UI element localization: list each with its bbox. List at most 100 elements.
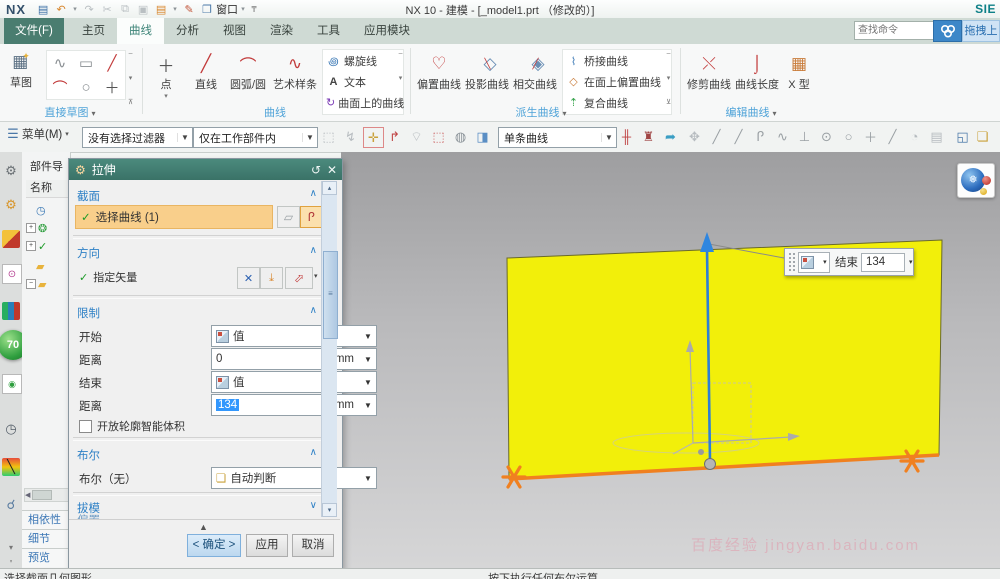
boolean-combo[interactable]: ❏ 自动判断 ▼ — [211, 467, 377, 489]
direction-header[interactable]: 方向∧ — [77, 245, 317, 261]
cameras-node[interactable]: +✓ — [26, 238, 47, 254]
vector-arrowhead[interactable] — [700, 232, 714, 252]
tab-home[interactable]: 主页 — [70, 18, 117, 44]
navigator-hscrollbar[interactable]: ◀ — [24, 488, 70, 502]
snap-spline-icon[interactable]: ∿ — [773, 127, 792, 146]
selection-filter-combo[interactable]: 没有选择过滤器▼ — [82, 127, 193, 148]
hscroll-thumb[interactable] — [32, 490, 52, 500]
screen-assistant-overlay[interactable]: ❅ — [957, 163, 995, 198]
section-face-button[interactable]: ▱ — [277, 206, 300, 228]
start-limit-combo[interactable]: 值 ▼ — [211, 325, 377, 347]
curve-rule-combo[interactable]: 单条曲线▼ — [498, 127, 617, 148]
helix-item[interactable]: ꩜螺旋线 — [326, 53, 400, 70]
snap-arc-center-icon[interactable]: ⊙ — [817, 127, 836, 146]
end-distance-field[interactable]: 134 mm ▼ — [211, 394, 377, 416]
limit-option-combo[interactable]: ▾ — [798, 252, 830, 273]
web-browser-icon[interactable]: ◉ — [2, 374, 22, 394]
dialog-close-icon[interactable]: ✕ — [324, 163, 340, 177]
details-tab[interactable]: 细节 — [22, 529, 71, 548]
history-icon[interactable]: ◷ — [2, 420, 20, 438]
offset-curve-in-face-item[interactable]: ◇在面上偏置曲线 — [566, 73, 668, 90]
start-distance-field[interactable]: 0 mm ▼ — [211, 348, 377, 370]
snap-point-on-curve-icon[interactable]: ╱ — [883, 127, 902, 146]
history-mode-node[interactable]: ◷ — [36, 202, 46, 218]
cube-view-icon[interactable]: ◨ — [473, 127, 492, 146]
model-views-node[interactable]: +❂ — [26, 220, 47, 236]
sphere-select-icon[interactable]: ◍ — [451, 127, 470, 146]
vector-origin-ball[interactable] — [705, 459, 716, 470]
vector-type-button[interactable]: ⬀ — [285, 267, 313, 289]
roles-gear-icon[interactable]: ⚙ — [2, 162, 20, 180]
curve-length-button[interactable]: ⌡ 曲线长度 — [734, 52, 780, 92]
point-dropdown-icon[interactable]: ▾ — [164, 92, 168, 100]
onscreen-input-bar[interactable]: ▾ 结束 134 ▾ — [784, 248, 914, 276]
trim-curve-button[interactable]: ⤬ 修剪曲线 — [686, 52, 732, 92]
group-dropdown-icon[interactable]: ▾ — [773, 109, 777, 118]
graphics-viewport[interactable]: ▾ 结束 134 ▾ ❅ 百度经验 jingyan.baidu.com — [341, 152, 1000, 568]
project-curve-button[interactable]: ◇╲ 投影曲线 — [464, 52, 510, 92]
command-finder-button[interactable] — [933, 20, 962, 42]
sketch-section-button[interactable]: Ꮅ — [300, 206, 323, 228]
select-curve-row[interactable]: ✓ 选择曲线 (1) — [75, 205, 273, 229]
text-item[interactable]: A文本 — [326, 73, 400, 90]
apply-button[interactable]: 应用 — [246, 534, 288, 557]
rectangle-select-icon[interactable]: ⬚ — [429, 127, 448, 146]
group-dropdown-icon[interactable]: ▾ — [92, 109, 96, 118]
dialog-title-bar[interactable]: ⚙ 拉伸 ↺ ✕ — [69, 159, 342, 180]
drag-handle[interactable] — [788, 252, 795, 272]
preview-tab[interactable]: 预览 — [22, 548, 71, 567]
line-icon[interactable]: ╱ — [99, 51, 125, 75]
x-form-button[interactable]: ▦ X 型 — [782, 52, 816, 92]
command-search-input[interactable] — [854, 21, 934, 40]
end-limit-combo[interactable]: 值 ▼ — [211, 371, 377, 393]
expand-icon[interactable]: + — [26, 223, 36, 233]
tab-analysis[interactable]: 分析 — [164, 18, 211, 44]
touch-mode-icon[interactable]: ☌ — [2, 496, 20, 514]
intersect-curve-button[interactable]: ◈╱ 相交曲线 — [512, 52, 558, 92]
ok-button[interactable]: < 确定 > — [187, 534, 241, 557]
boolean-header[interactable]: 布尔∧ — [77, 447, 317, 463]
end-distance-input[interactable]: 134 — [861, 253, 905, 272]
studio-spline-icon[interactable]: ∿ — [47, 51, 73, 75]
vector-type-dropdown-icon[interactable]: ▾ — [314, 272, 318, 280]
window-dialog-icon[interactable]: ❏ — [973, 127, 992, 146]
point-plus-icon[interactable]: ＋ — [99, 75, 125, 99]
collapse-dialog-icon[interactable]: ▲ — [199, 522, 208, 532]
dependencies-tab[interactable]: 相依性 — [22, 510, 71, 529]
circle-icon[interactable]: ○ — [73, 75, 99, 99]
part-navigator-icon[interactable]: ⊙ — [2, 264, 22, 284]
menu-button[interactable]: ☰ 菜单(M)▾ — [4, 126, 69, 142]
arc-circle-button[interactable]: ⌒ 圆弧/圆 — [226, 52, 270, 92]
snap-intersection-icon[interactable]: ⊥ — [795, 127, 814, 146]
tab-render[interactable]: 渲染 — [258, 18, 305, 44]
point-button[interactable]: ＋ 点▾ — [150, 52, 182, 100]
open-profile-checkbox[interactable] — [79, 420, 92, 433]
stop-at-intersection-icon[interactable]: ╫ — [617, 127, 636, 146]
snap-endpoint-icon[interactable]: ╱ — [707, 127, 726, 146]
line-button[interactable]: ╱ 直线 — [188, 52, 224, 92]
derived-more-arrows[interactable]: –▾⊻ — [666, 50, 671, 106]
section-header[interactable]: 截面∧ — [77, 188, 317, 204]
selection-scope-combo[interactable]: 仅在工作部件内▼ — [193, 127, 318, 148]
snap-existing-point-icon[interactable]: ＋ — [861, 127, 880, 146]
sketch-button[interactable]: ▦✦ 草图 — [8, 50, 34, 90]
snap-midpoint-icon[interactable]: ╱ — [729, 127, 748, 146]
tab-view[interactable]: 视图 — [211, 18, 258, 44]
assembly-navigator-icon[interactable]: ⚙ — [2, 196, 20, 214]
limits-header[interactable]: 限制∧ — [77, 305, 317, 321]
follow-fillet-icon[interactable]: ♜ — [639, 127, 658, 146]
scroll-up-icon[interactable]: ▴ — [322, 181, 337, 195]
play-icon[interactable]: ➦ — [661, 127, 680, 146]
group-dropdown-icon[interactable]: ▾ — [563, 109, 567, 118]
arc-icon[interactable]: ⌒ — [47, 75, 73, 99]
show-dialog-icon[interactable]: ◱ — [953, 127, 972, 146]
collapse-expander-icon[interactable]: − — [26, 279, 36, 289]
cancel-button[interactable]: 取消 — [292, 534, 334, 557]
model-history-node[interactable]: −▰ — [26, 276, 46, 292]
offset-curve-button[interactable]: ♡ 偏置曲线 — [416, 52, 462, 92]
drag-upload-button[interactable]: 拖拽上 — [962, 20, 1000, 42]
open-profile-row[interactable]: 开放轮廓智能体积 — [79, 418, 185, 434]
snap-point-toggle-icon[interactable]: ✛ — [363, 127, 384, 148]
sketch-folder-node[interactable]: ▰ — [36, 258, 44, 274]
dialog-scrollbar[interactable]: ▴ ≡ ▾ — [321, 181, 337, 517]
